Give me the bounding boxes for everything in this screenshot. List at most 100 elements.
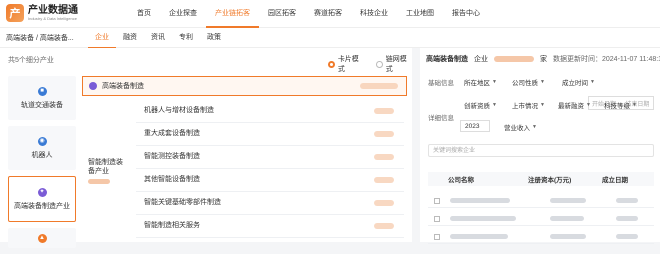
radio-checked-icon	[328, 60, 335, 68]
filter-innovation[interactable]: 创新资质 ▼	[464, 100, 497, 110]
brand-logo[interactable]: 产 产业数据通 Industry & Data Intelligence	[6, 4, 78, 22]
group-label: 智能制造装备产业	[88, 159, 123, 175]
subindustry-item[interactable]: 智能测控装备制造	[136, 146, 404, 169]
card-mode-label: 卡片模式	[337, 56, 359, 73]
nav-chain-prospecting[interactable]: 产业链拓客	[206, 0, 259, 28]
subindustry-item[interactable]: 智能关键基础零部件制造	[136, 192, 404, 215]
blurred-company-name	[450, 198, 510, 203]
blurred-count	[374, 223, 394, 229]
category-label: 高端装备制造产业	[14, 202, 70, 210]
subindustry-label: 智能制造相关服务	[144, 222, 200, 229]
chevron-down-icon: ▼	[540, 102, 545, 108]
filter-label: 创新资质	[464, 103, 490, 110]
filter-financing[interactable]: 最新融资 ▼	[558, 100, 591, 110]
col-company-name: 公司名称	[448, 177, 474, 184]
subindustry-item[interactable]: 智能制造相关服务	[136, 215, 404, 238]
category-rail-transit[interactable]: ■ 轨道交通装备	[8, 76, 76, 120]
detail-info-label: 详细信息	[428, 115, 454, 122]
top-navigation-bar: 产 产业数据通 Industry & Data Intelligence 首页 …	[0, 0, 660, 28]
category-label: 机器人	[31, 151, 53, 159]
selected-industry-header[interactable]: 高端装备制造	[82, 76, 407, 96]
data-updated-time: 数据更新时间：2024-11-07 11:48:17	[553, 56, 660, 63]
subindustry-label: 智能关键基础零部件制造	[144, 199, 221, 206]
subindustry-item[interactable]: 重大成套设备制造	[136, 123, 404, 146]
blurred-count	[360, 83, 398, 89]
category-robot[interactable]: ◉ 机器人	[8, 126, 76, 170]
blurred-company-name	[450, 234, 508, 239]
filter-label: 成立时间	[562, 80, 588, 87]
category-high-end-equipment[interactable]: ✦ 高端装备制造产业	[8, 176, 76, 222]
nav-company-explore[interactable]: 企业探查	[160, 0, 206, 28]
breadcrumb[interactable]: 高端装备 / 高端装备...	[6, 33, 74, 43]
tab-news[interactable]: 资讯	[144, 28, 172, 49]
logo-mark-icon: 产	[6, 4, 24, 22]
panel-title: 高端装备制造	[426, 56, 468, 63]
network-mode-radio[interactable]: 链网模式	[376, 54, 412, 74]
company-unit: 家	[540, 56, 547, 63]
chevron-down-icon: ▼	[590, 79, 595, 85]
subindustry-label: 智能测控装备制造	[144, 153, 200, 160]
sub-header: 高端装备 / 高端装备... 企业 融资 资讯 专利 政策	[0, 28, 660, 49]
network-mode-label: 链网模式	[385, 56, 407, 73]
table-header: 公司名称 注册资本(万元) 成立日期	[428, 172, 654, 186]
filter-founded-date[interactable]: 成立时间 ▼	[562, 77, 595, 87]
subindustry-list: 机器人与增材设备制造 重大成套设备制造 智能测控装备制造 其他智能设备制造 智能…	[136, 100, 404, 238]
chevron-down-icon: ▼	[632, 102, 637, 108]
logo-text: 产业数据通 Industry & Data Intelligence	[28, 4, 78, 21]
filter-label: 所在地区	[464, 80, 490, 87]
tab-companies[interactable]: 企业	[88, 28, 116, 49]
blurred-count	[374, 108, 394, 114]
row-checkbox[interactable]	[434, 233, 440, 240]
main-nav: 首页 企业探查 产业链拓客 园区拓客 赛道拓客 科技企业 工业地图 报告中心	[128, 0, 489, 28]
table-row[interactable]	[428, 212, 654, 226]
nav-track-prospecting[interactable]: 赛道拓客	[305, 0, 351, 28]
chevron-down-icon: ▼	[586, 102, 591, 108]
content-tabs: 企业 融资 资讯 专利 政策	[88, 28, 228, 49]
table-row[interactable]	[428, 194, 654, 208]
blurred-count	[374, 154, 394, 160]
filter-label: 科技等级	[604, 103, 630, 110]
group-smart-manufacturing[interactable]: 智能制造装备产业	[88, 158, 128, 184]
subindustry-item[interactable]: 机器人与增材设备制造	[136, 100, 404, 123]
col-registered-capital[interactable]: 注册资本(万元)	[518, 174, 598, 184]
row-checkbox[interactable]	[434, 215, 440, 222]
nav-home[interactable]: 首页	[128, 0, 160, 28]
brand-name: 产业数据通	[28, 4, 78, 16]
row-checkbox[interactable]	[434, 197, 440, 204]
tab-patents[interactable]: 专利	[172, 28, 200, 49]
nav-park-prospecting[interactable]: 园区拓客	[259, 0, 305, 28]
gear-icon: ✦	[37, 187, 47, 197]
filter-label: 上市情况	[512, 103, 538, 110]
filter-label: 最新融资	[558, 103, 584, 110]
blurred-capital	[550, 234, 586, 239]
filter-company-type[interactable]: 公司性质 ▼	[512, 77, 545, 87]
category-list: ■ 轨道交通装备 ◉ 机器人 ✦ 高端装备制造产业 ▲	[8, 76, 76, 254]
brand-subtitle: Industry & Data Intelligence	[28, 15, 77, 21]
blurred-count	[374, 131, 394, 137]
category-more[interactable]: ▲	[8, 228, 76, 248]
basic-info-label: 基础信息	[428, 80, 454, 87]
filter-revenue[interactable]: 营业收入 ▼	[504, 122, 537, 132]
filter-label: 营业收入	[504, 125, 530, 132]
subindustry-item[interactable]: 其他智能设备制造	[136, 169, 404, 192]
view-mode-toggle: 卡片模式 链网模式	[328, 54, 412, 74]
radio-unchecked-icon	[376, 60, 383, 68]
chevron-down-icon: ▼	[540, 79, 545, 85]
blurred-date	[616, 234, 638, 239]
filter-listing[interactable]: 上市情况 ▼	[512, 100, 545, 110]
col-founded-date[interactable]: 成立日期	[598, 174, 628, 184]
card-mode-radio[interactable]: 卡片模式	[328, 54, 364, 74]
blurred-count	[88, 179, 110, 184]
blurred-date	[616, 216, 638, 221]
filter-region[interactable]: 所在地区 ▼	[464, 77, 497, 87]
tab-policy[interactable]: 政策	[200, 28, 228, 49]
chevron-down-icon: ▼	[492, 102, 497, 108]
filter-tech-level[interactable]: 科技等级 ▼	[604, 100, 637, 110]
nav-report-center[interactable]: 报告中心	[443, 0, 489, 28]
tab-financing[interactable]: 融资	[116, 28, 144, 49]
nav-tech-companies[interactable]: 科技企业	[351, 0, 397, 28]
year-select[interactable]: 2023	[460, 120, 490, 132]
nav-industrial-map[interactable]: 工业地图	[397, 0, 443, 28]
industry-panel: 共5个细分产业 卡片模式 链网模式 ■ 轨道交通装备 ◉ 机器人 ✦ 高端装备制…	[0, 48, 412, 248]
company-search-input[interactable]: 关键词搜索企业	[428, 144, 654, 157]
